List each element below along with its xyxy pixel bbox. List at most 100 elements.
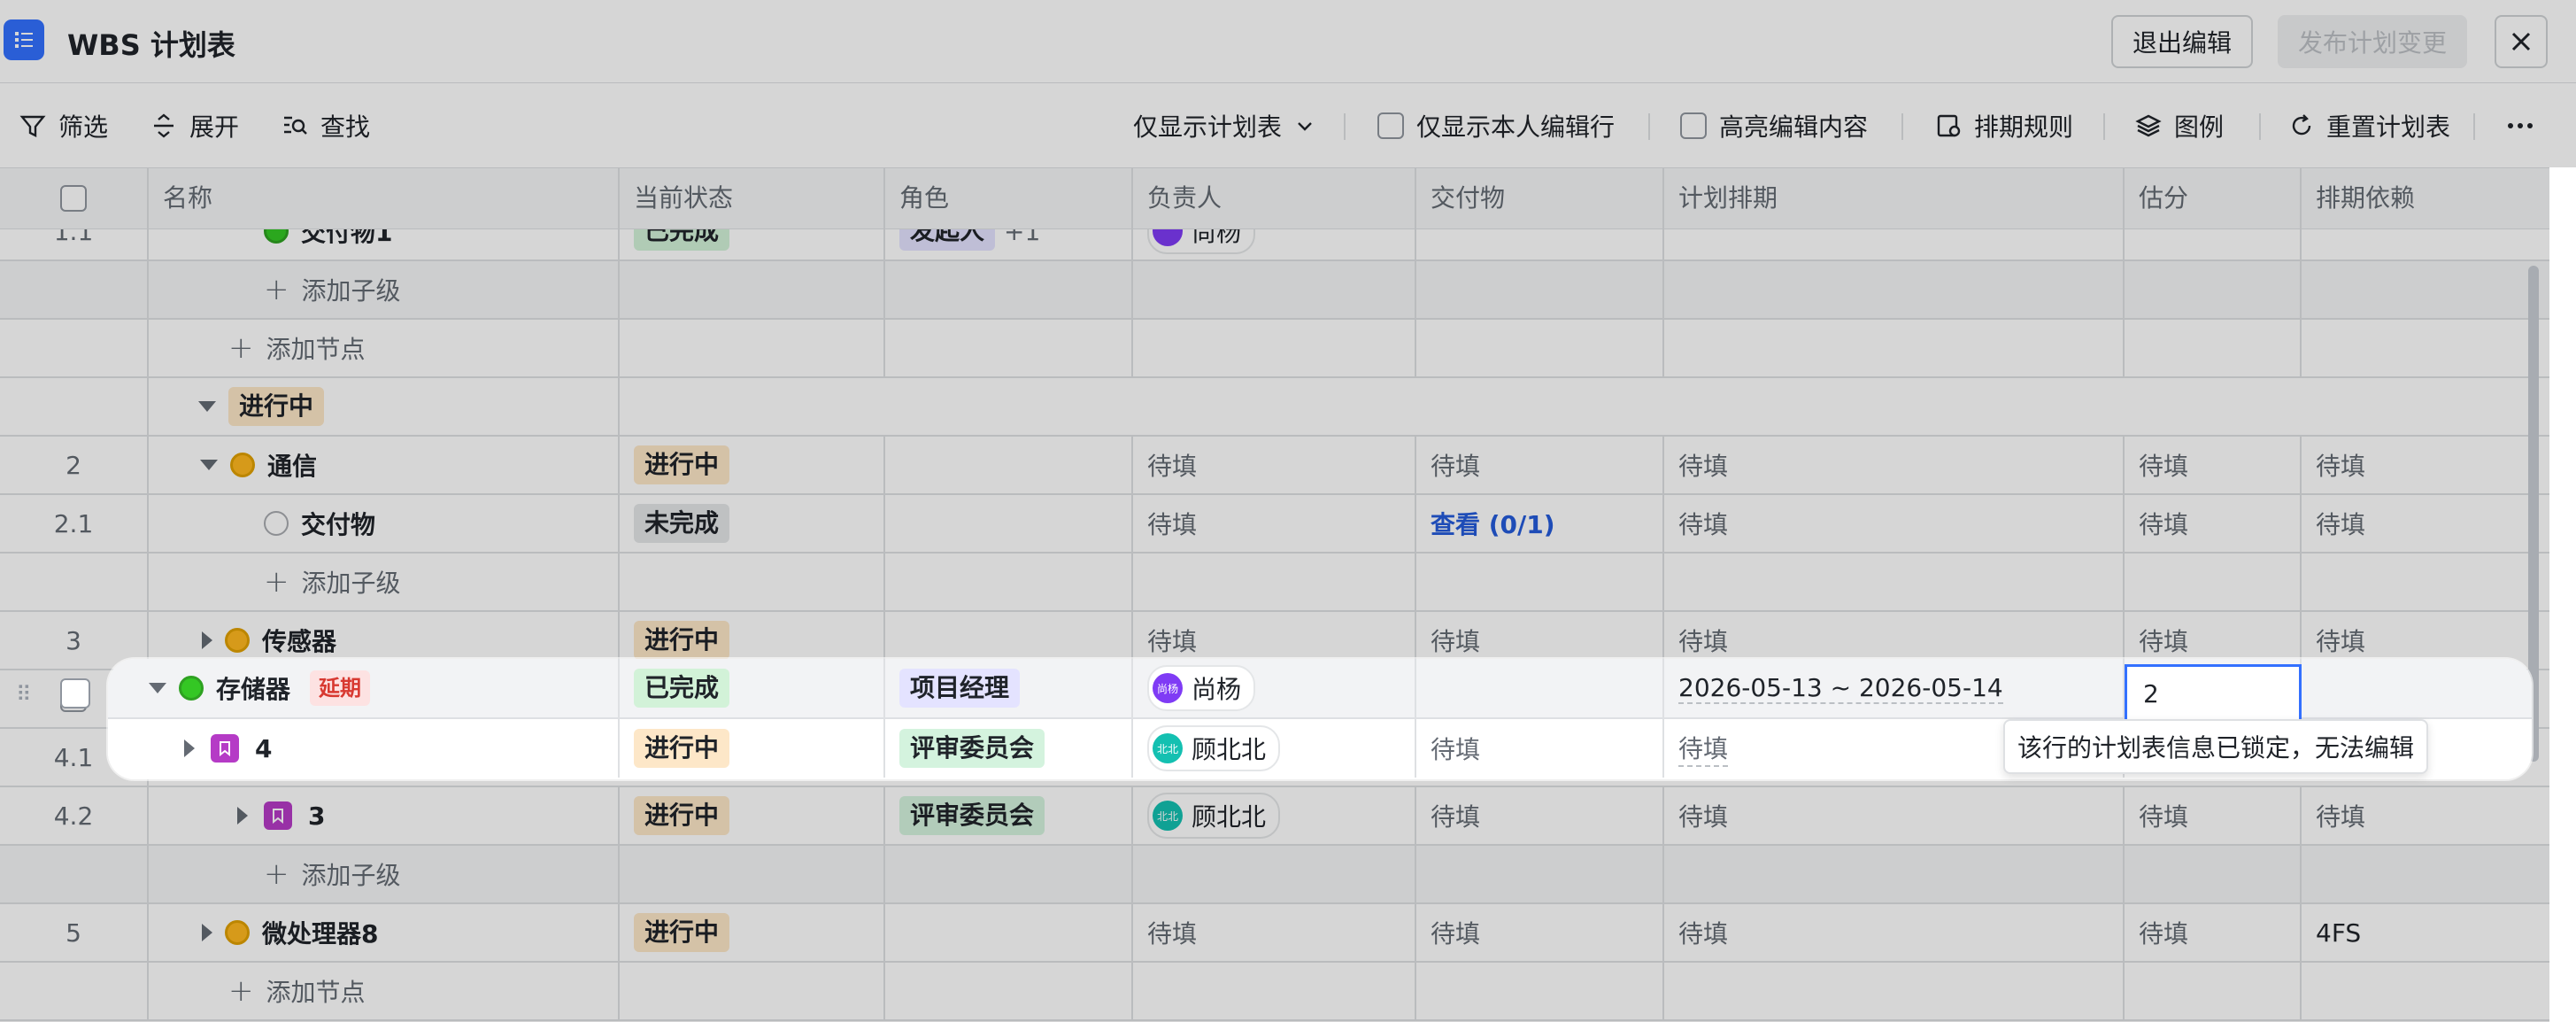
owner-cell[interactable]: 北北 顾北北 [1133, 787, 1416, 844]
table-row[interactable]: 1.1 交付物1 已完成 发起人 +1 尚杨 [0, 229, 2549, 261]
score-cell[interactable]: 待填 [2125, 437, 2302, 493]
deliverable-cell[interactable]: 待填 [1416, 904, 1664, 961]
more-button[interactable] [2507, 108, 2534, 143]
dependency-cell[interactable] [2302, 659, 2532, 717]
score-cell[interactable]: 待填 [2125, 787, 2302, 844]
close-button[interactable] [2495, 15, 2548, 68]
name-cell[interactable]: 3 [149, 787, 620, 844]
expand-row-icon[interactable] [184, 739, 195, 757]
table-row[interactable]: 4.2 3 进行中 评审委员会 北北 顾北北 待填 待填 待填 待填 [0, 787, 2549, 846]
plan-cell[interactable]: 2026-05-13 ~ 2026-05-14 [1664, 659, 2125, 717]
role-cell[interactable] [885, 437, 1133, 493]
score-edit-input[interactable]: 2 [2125, 664, 2302, 723]
dependency-cell[interactable] [2302, 229, 2549, 259]
deliverable-cell[interactable]: 查看 (0/1) [1416, 495, 1664, 552]
drag-handle-icon[interactable]: ⠿ [16, 682, 32, 707]
status-cell[interactable]: 未完成 [620, 495, 885, 552]
col-header-status[interactable]: 当前状态 [620, 168, 885, 228]
exit-edit-button[interactable]: 退出编辑 [2111, 15, 2253, 68]
table-row[interactable]: 2.1 交付物 未完成 待填 查看 (0/1) 待填 待填 待填 [0, 495, 2549, 554]
score-cell[interactable]: 待填 [2125, 904, 2302, 961]
only-mine-check[interactable] [1377, 112, 1404, 139]
deliverable-cell[interactable]: 待填 [1416, 719, 1664, 778]
col-header-score[interactable]: 估分 [2125, 168, 2302, 228]
score-cell[interactable] [2125, 229, 2302, 259]
name-cell[interactable]: 4 [149, 719, 620, 778]
score-cell[interactable]: 待填 [2125, 495, 2302, 552]
plan-cell[interactable]: 待填 [1664, 437, 2125, 493]
highlight-checkbox[interactable]: 高亮编辑内容 [1680, 108, 1868, 143]
add-node-button[interactable]: + 添加节点 [149, 963, 620, 1019]
col-header-role[interactable]: 角色 [885, 168, 1133, 228]
owner-cell[interactable]: 尚杨 尚杨 [1133, 659, 1416, 717]
status-cell[interactable]: 进行中 [620, 437, 885, 493]
owner-cell[interactable]: 待填 [1133, 904, 1416, 961]
status-cell[interactable]: 已完成 [620, 229, 885, 259]
role-cell[interactable] [885, 904, 1133, 961]
add-child-button[interactable]: + 添加子级 [149, 554, 620, 610]
only-mine-checkbox[interactable]: 仅显示本人编辑行 [1377, 108, 1615, 143]
expand-row-icon[interactable] [237, 807, 248, 825]
add-node-button[interactable]: + 添加节点 [149, 320, 620, 376]
collapse-icon[interactable] [200, 460, 218, 470]
name-cell[interactable]: 存储器 延期 [149, 659, 620, 717]
col-header-owner[interactable]: 负责人 [1133, 168, 1416, 228]
col-header-dependency[interactable]: 排期依赖 [2302, 168, 2549, 228]
deliverable-cell[interactable] [1416, 229, 1664, 259]
dependency-cell[interactable]: 待填 [2302, 495, 2549, 552]
expand-row-icon[interactable] [202, 924, 212, 941]
deliverable-cell[interactable]: 待填 [1416, 787, 1664, 844]
collapse-icon[interactable] [149, 683, 166, 693]
role-cell[interactable]: 项目经理 [885, 659, 1133, 717]
deliverable-cell[interactable] [1416, 659, 1664, 717]
highlight-check[interactable] [1680, 112, 1707, 139]
legend-button[interactable]: 图例 [2135, 108, 2224, 143]
deliverable-cell[interactable]: 待填 [1416, 437, 1664, 493]
schedule-rules-button[interactable]: 排期规则 [1935, 108, 2073, 143]
add-child-button[interactable]: + 添加子级 [149, 846, 620, 902]
plan-cell[interactable]: 待填 [1664, 495, 2125, 552]
role-cell[interactable] [885, 495, 1133, 552]
table-row[interactable]: 2 通信 进行中 待填 待填 待填 待填 待填 [0, 437, 2549, 495]
row-checkbox[interactable] [60, 678, 90, 708]
dependency-cell[interactable]: 4FS [2302, 904, 2549, 961]
name-cell[interactable]: 通信 [149, 437, 620, 493]
role-cell[interactable]: 评审委员会 [885, 719, 1133, 778]
role-cell[interactable]: 评审委员会 [885, 787, 1133, 844]
status-cell[interactable]: 进行中 [620, 787, 885, 844]
plan-cell[interactable]: 待填 [1664, 787, 2125, 844]
reset-button[interactable]: 重置计划表 [2289, 108, 2450, 143]
name-cell[interactable]: 交付物1 [149, 229, 620, 259]
name-cell[interactable]: 交付物 [149, 495, 620, 552]
owner-cell[interactable]: 北北 顾北北 [1133, 719, 1416, 778]
table-row[interactable]: 5 微处理器8 进行中 待填 待填 待填 待填 4FS [0, 904, 2549, 963]
name-cell[interactable]: 微处理器8 [149, 904, 620, 961]
add-child-button[interactable]: + 添加子级 [149, 261, 620, 318]
expand-button[interactable]: 展开 [150, 108, 239, 143]
plan-cell[interactable] [1664, 229, 2125, 259]
owner-cell[interactable]: 待填 [1133, 495, 1416, 552]
collapse-icon[interactable] [198, 401, 216, 412]
view-select-dropdown[interactable]: 仅显示计划表 [1133, 108, 1315, 143]
view-deliverables-link[interactable]: 查看 (0/1) [1431, 506, 1555, 541]
group-cell[interactable]: 进行中 [149, 378, 620, 435]
select-all-checkbox[interactable] [60, 185, 87, 212]
col-header-name[interactable]: 名称 [149, 168, 620, 228]
plan-cell[interactable]: 待填 [1664, 904, 2125, 961]
find-button[interactable]: 查找 [282, 108, 370, 143]
status-cell[interactable]: 进行中 [620, 904, 885, 961]
owner-cell[interactable]: 待填 [1133, 437, 1416, 493]
owner-cell[interactable]: 尚杨 [1133, 229, 1416, 259]
expand-row-icon[interactable] [202, 631, 212, 649]
col-header-deliverable[interactable]: 交付物 [1416, 168, 1664, 228]
role-cell[interactable]: 发起人 +1 [885, 229, 1133, 259]
empty-cell [1664, 963, 2125, 1019]
status-cell[interactable]: 已完成 [620, 659, 885, 717]
publish-changes-button[interactable]: 发布计划变更 [2278, 15, 2467, 68]
status-cell[interactable]: 进行中 [620, 719, 885, 778]
dependency-cell[interactable]: 待填 [2302, 437, 2549, 493]
dependency-cell[interactable]: 待填 [2302, 787, 2549, 844]
filter-button[interactable]: 筛选 [19, 108, 108, 143]
group-row[interactable]: 进行中 [0, 378, 2549, 437]
col-header-plan[interactable]: 计划排期 [1664, 168, 2125, 228]
